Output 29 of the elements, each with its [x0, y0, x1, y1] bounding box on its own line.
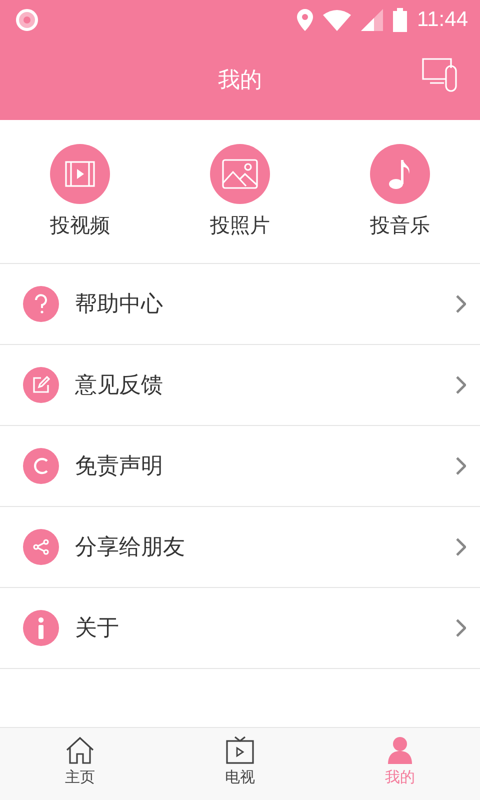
chevron-right-icon	[456, 619, 466, 637]
screen-cast-button[interactable]	[422, 58, 458, 92]
image-icon	[222, 159, 258, 189]
cast-action-button[interactable]: 投视频	[0, 120, 160, 263]
status-time: 11:44	[417, 8, 468, 32]
video-icon	[65, 161, 95, 187]
location-icon	[297, 9, 313, 31]
chevron-right-icon	[456, 538, 466, 556]
tv-icon	[226, 736, 254, 764]
copyright-icon	[33, 457, 49, 475]
chevron-right-icon	[456, 376, 466, 394]
nav-tab[interactable]: 主页	[0, 728, 160, 800]
home-icon	[65, 736, 95, 764]
chevron-right-icon	[456, 295, 466, 313]
chevron-right-icon	[456, 457, 466, 475]
wifi-icon	[323, 9, 351, 31]
info-icon	[37, 617, 45, 639]
signal-icon	[361, 9, 383, 31]
cast-action-button[interactable]: 投照片	[160, 120, 320, 263]
battery-icon	[393, 8, 407, 32]
notification-icon	[16, 9, 38, 31]
help-icon	[33, 294, 49, 314]
music-note-icon	[388, 158, 412, 190]
share-icon	[33, 539, 49, 555]
edit-icon	[32, 376, 50, 394]
person-icon	[386, 736, 414, 764]
nav-tab[interactable]: 电视	[160, 728, 320, 800]
page-title: 我的	[218, 67, 262, 95]
cast-action-button[interactable]: 投音乐	[320, 120, 480, 263]
